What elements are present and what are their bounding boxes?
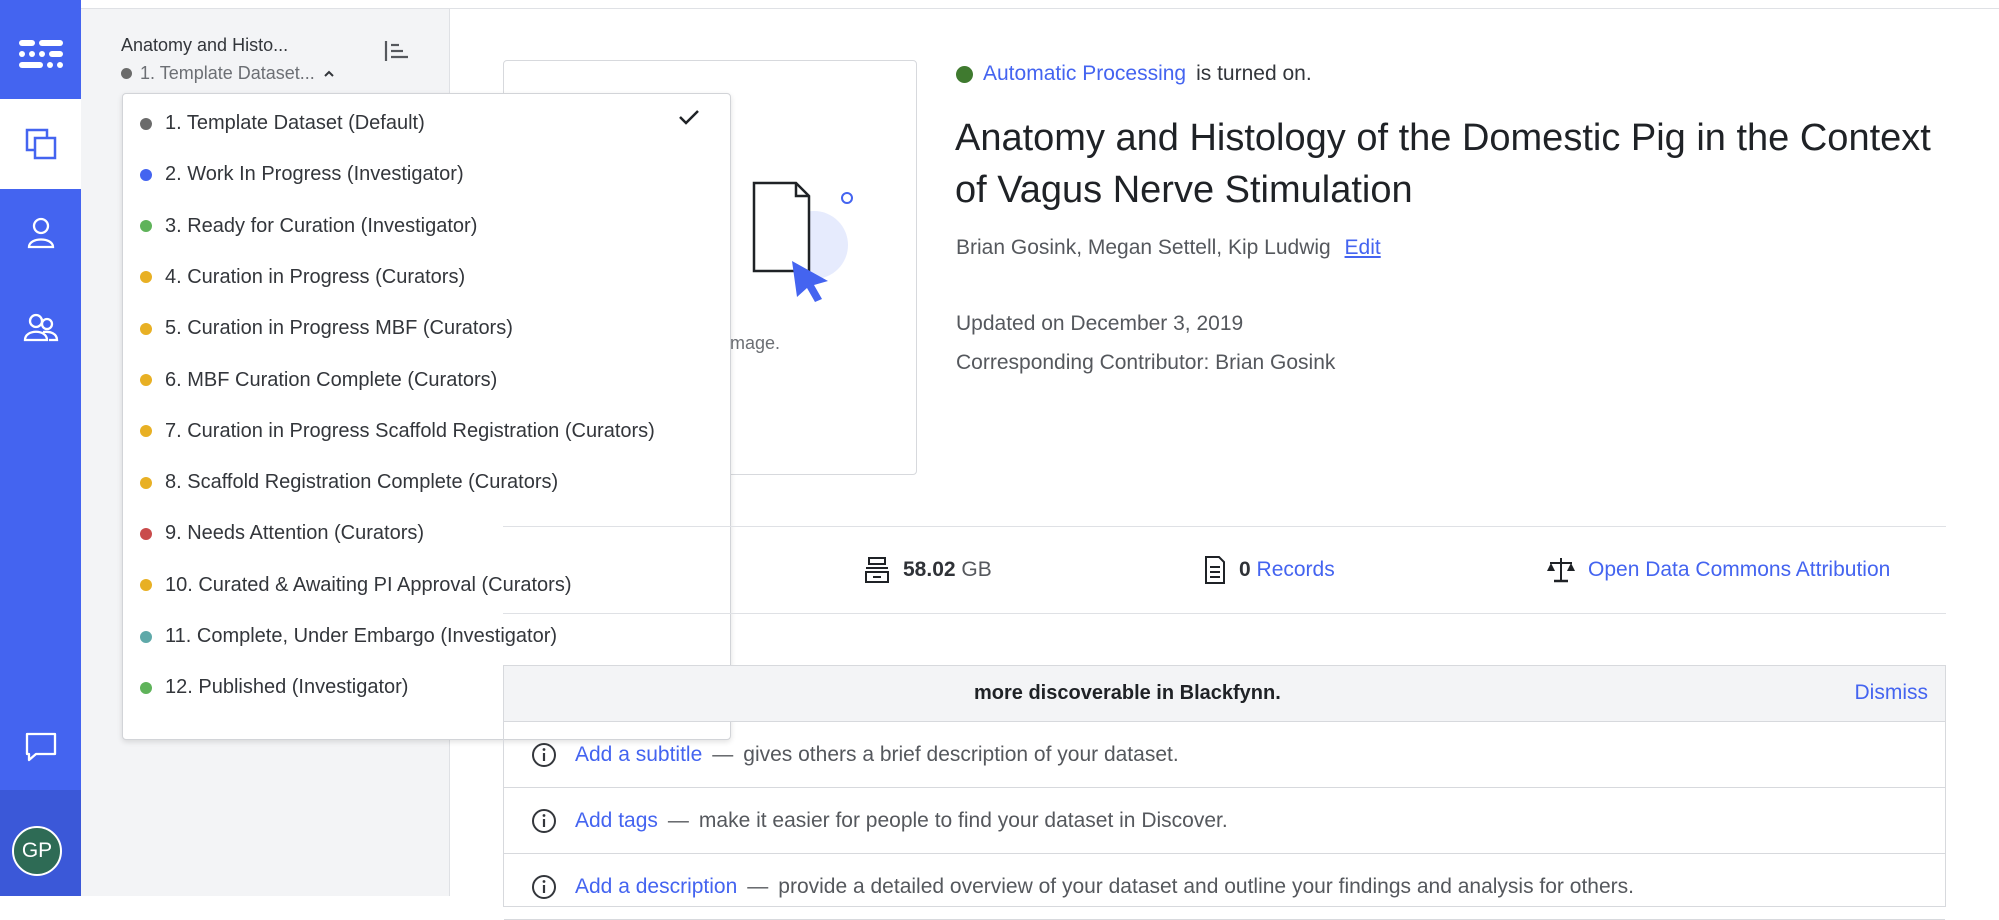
status-option-label: 2. Work In Progress (Investigator): [165, 163, 464, 186]
contributor-name: Brian Gosink: [1215, 351, 1336, 374]
suggestion-link[interactable]: Add a description: [575, 875, 737, 899]
discoverability-panel: more discoverable in Blackfynn. Dismiss …: [503, 665, 1946, 920]
dataset-stats: 58.02 GB 0 Records Open Data Commons Att…: [503, 526, 1946, 614]
status-dot: [121, 68, 132, 79]
app-rail: GP: [0, 0, 81, 896]
license-stat: Open Data Commons Attribution: [1546, 527, 1890, 613]
status-option-dot: [140, 630, 152, 643]
status-option-label: 6. MBF Curation Complete (Curators): [165, 368, 498, 391]
status-option-label: 7. Curation in Progress Scaffold Registr…: [165, 419, 655, 442]
suggestion-row: Add tags — make it easier for people to fi…: [504, 788, 1945, 854]
discoverability-header: more discoverable in Blackfynn. Dismiss: [504, 666, 1945, 722]
processing-status: Automatic Processing is turned on.: [956, 62, 1312, 86]
people-icon: [23, 313, 58, 342]
nav-profile[interactable]: [0, 198, 81, 268]
info-icon: [532, 808, 556, 833]
status-option[interactable]: 2. Work In Progress (Investigator): [123, 149, 730, 200]
status-option-label: 3. Ready for Curation (Investigator): [165, 214, 478, 237]
status-option-label: 9. Needs Attention (Curators): [165, 522, 425, 545]
author-list: Brian Gosink, Megan Settell, Kip Ludwig: [956, 236, 1331, 259]
records-stat: 0 Records: [1203, 527, 1335, 613]
status-option-label: 5. Curation in Progress MBF (Curators): [165, 317, 513, 340]
suggestion-description: provide a detailed overview of your data…: [778, 874, 1634, 898]
corresponding-contributor: Corresponding Contributor: Brian Gosink: [956, 351, 1335, 375]
status-option-dot: [140, 681, 152, 694]
scale-icon: [1547, 558, 1575, 583]
suggestion-row: Add a description — provide a detailed ove…: [504, 854, 1945, 920]
status-selector[interactable]: 1. Template Dataset...: [121, 63, 335, 84]
automatic-processing-link[interactable]: Automatic Processing: [983, 62, 1186, 86]
status-option-dot: [140, 271, 152, 284]
chat-icon: [25, 732, 56, 762]
status-option[interactable]: 4. Curation in Progress (Curators): [123, 252, 730, 303]
suggestion-row: Add a subtitle — gives others a brief desc…: [504, 722, 1945, 788]
status-option-dot: [140, 425, 152, 438]
info-icon: [532, 742, 556, 767]
person-icon: [27, 217, 54, 249]
status-option-dot: [140, 168, 152, 181]
records-count: 0: [1239, 558, 1251, 581]
updated-date: Updated on December 3, 2019: [956, 312, 1244, 335]
status-option-label: 1. Template Dataset (Default): [165, 112, 425, 134]
status-option[interactable]: 8. Scaffold Registration Complete (Curat…: [123, 457, 730, 508]
status-option[interactable]: 6. MBF Curation Complete (Curators): [123, 355, 730, 406]
dataset-name: Anatomy and Histo...: [121, 35, 289, 55]
status-option[interactable]: 7. Curation in Progress Scaffold Registr…: [123, 406, 730, 457]
suggestion-link[interactable]: Add a subtitle: [575, 743, 702, 767]
nav-help[interactable]: [0, 712, 81, 782]
status-option[interactable]: 1. Template Dataset (Default): [123, 98, 730, 149]
status-option[interactable]: 3. Ready for Curation (Investigator): [123, 201, 730, 252]
status-option-label: 11. Complete, Under Embargo (Investigato…: [165, 625, 558, 647]
discoverability-heading: more discoverable in Blackfynn.: [974, 682, 1281, 704]
status-option-dot: [140, 117, 152, 130]
status-option-label: 4. Curation in Progress (Curators): [165, 265, 466, 288]
nav-teams[interactable]: [0, 292, 81, 362]
dismiss-button[interactable]: Dismiss: [1855, 681, 1929, 705]
datasets-icon: [25, 128, 56, 160]
suggestion-dash: —: [712, 742, 734, 766]
suggestion-dash: —: [667, 808, 689, 832]
suggestion-link[interactable]: Add tags: [575, 809, 658, 833]
storage-icon: [865, 557, 889, 583]
status-option-dot: [140, 374, 152, 386]
edit-authors-link[interactable]: Edit: [1345, 236, 1381, 259]
status-option-dot: [140, 220, 152, 233]
user-avatar[interactable]: GP: [12, 826, 62, 876]
storage-value: 58.02: [903, 558, 956, 581]
status-option-dot: [140, 322, 152, 335]
suggestion-description: make it easier for people to find your d…: [698, 808, 1228, 832]
status-option-dot: [140, 476, 152, 489]
contributor-label: Corresponding Contributor:: [956, 351, 1210, 374]
storage-stat: 58.02 GB: [863, 527, 992, 613]
records-link[interactable]: Records: [1257, 558, 1335, 581]
collapse-sidebar-button[interactable]: [383, 39, 411, 68]
status-dropdown-menu: 1. Template Dataset (Default) 2. Work In …: [122, 93, 731, 740]
suggestion-description: gives others a brief description of your…: [743, 742, 1179, 766]
suggestion-dash: —: [747, 874, 769, 898]
status-option-dot: [140, 579, 152, 592]
storage-unit: GB: [961, 558, 992, 581]
menu-collapse-icon: [384, 41, 408, 61]
dataset-title: Anatomy and Histology of the Domestic Pi…: [955, 117, 1931, 211]
license-link[interactable]: Open Data Commons Attribution: [1588, 558, 1890, 582]
chevron-up-icon: [324, 70, 334, 77]
processing-on-indicator: [956, 65, 973, 83]
status-label: 1. Template Dataset...: [140, 63, 315, 83]
status-option-label: 12. Published (Investigator): [165, 676, 409, 699]
nav-datasets[interactable]: [0, 99, 81, 189]
document-icon: [1205, 556, 1225, 584]
processing-suffix: is turned on.: [1196, 62, 1312, 85]
status-option-label: 8. Scaffold Registration Complete (Curat…: [165, 471, 559, 494]
logo-icon: [18, 40, 63, 68]
app-logo[interactable]: [0, 9, 81, 99]
status-option[interactable]: 11. Complete, Under Embargo (Investigato…: [123, 611, 730, 662]
status-option[interactable]: 5. Curation in Progress MBF (Curators): [123, 303, 730, 354]
dataset-authors: Brian Gosink, Megan Settell, Kip Ludwig …: [956, 236, 1381, 260]
status-option-dot: [140, 527, 152, 540]
